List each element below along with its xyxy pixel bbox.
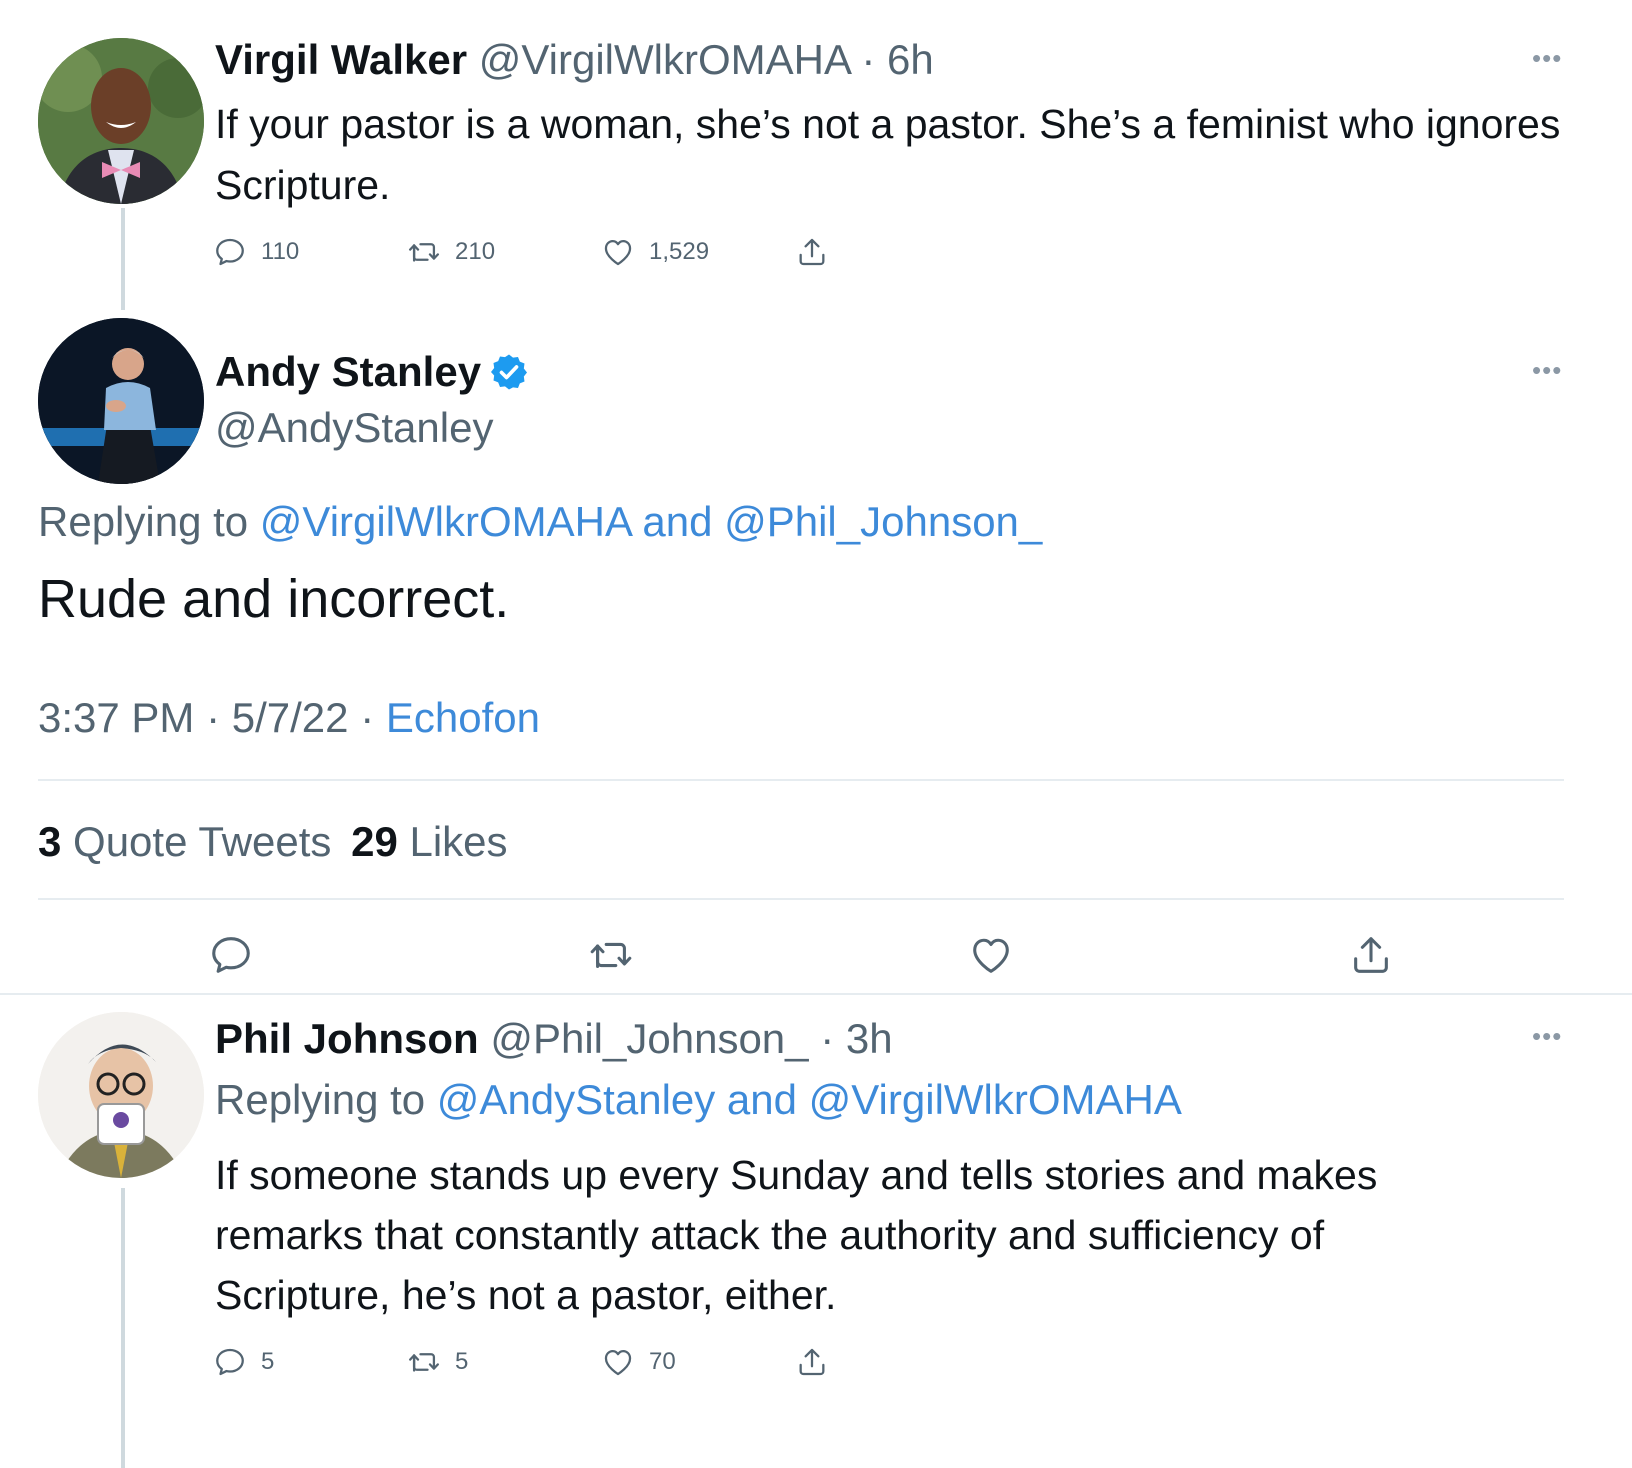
reply-count: 110 <box>261 238 300 265</box>
retweet-button[interactable]: 5 <box>407 1345 601 1379</box>
author-name[interactable]: Phil Johnson <box>215 1015 479 1062</box>
quote-label: Quote Tweets <box>73 818 332 865</box>
share-button[interactable] <box>795 1345 829 1379</box>
divider <box>0 993 1632 995</box>
like-count: 70 <box>649 1348 676 1375</box>
quote-count: 3 <box>38 818 62 865</box>
thread-line <box>121 208 125 310</box>
share-icon <box>795 235 829 269</box>
tweet-text: If your pastor is a woman, she’s not a p… <box>215 101 1561 208</box>
replying-to-links[interactable]: @VirgilWlkrOMAHA and @Phil_Johnson_ <box>260 498 1042 545</box>
dot-separator: · <box>348 694 386 741</box>
reply-icon <box>213 235 247 269</box>
tweet-source[interactable]: Echofon <box>386 694 540 741</box>
tweet-text: Rude and incorrect. <box>38 569 510 629</box>
retweet-icon <box>407 235 441 269</box>
share-icon[interactable] <box>1348 932 1394 978</box>
tweet-text: If someone stands up every Sunday and te… <box>215 1145 1377 1325</box>
avatar-phil-image <box>38 1012 204 1178</box>
reply-icon <box>213 1345 247 1379</box>
avatar-virgil-image <box>38 38 204 204</box>
likes-label: Likes <box>409 818 508 865</box>
replying-label: Replying to <box>38 498 249 545</box>
share-button[interactable] <box>795 235 829 269</box>
dot-separator: · <box>194 694 232 741</box>
like-button[interactable]: 1,529 <box>601 235 795 269</box>
author-name[interactable]: Virgil Walker <box>215 36 467 83</box>
tweet-time[interactable]: 6h <box>887 36 934 83</box>
like-icon[interactable] <box>968 932 1014 978</box>
divider <box>38 779 1564 781</box>
likes-stat[interactable]: 29 Likes <box>351 818 507 865</box>
likes-count: 29 <box>351 818 398 865</box>
avatar[interactable] <box>38 38 204 204</box>
author-name[interactable]: Andy Stanley <box>215 346 481 398</box>
quote-tweets-stat[interactable]: 3 Quote Tweets <box>38 818 331 865</box>
tweet-date[interactable]: 5/7/22 <box>232 694 349 741</box>
like-count: 1,529 <box>649 238 710 265</box>
reply-count: 5 <box>261 1348 275 1375</box>
tweet-text-line: remarks that constantly attack the autho… <box>215 1212 1325 1258</box>
retweet-button[interactable]: 210 <box>407 235 601 269</box>
more-icon[interactable]: ••• <box>1532 357 1562 383</box>
dot-separator: · <box>808 1015 846 1062</box>
more-icon[interactable]: ••• <box>1532 45 1562 71</box>
author-handle[interactable]: @AndyStanley <box>215 402 493 454</box>
avatar-andy-image <box>38 318 204 484</box>
retweet-count: 210 <box>455 238 496 265</box>
divider <box>38 898 1564 900</box>
tweet-time[interactable]: 3h <box>846 1015 893 1062</box>
like-icon <box>601 1345 635 1379</box>
author-handle[interactable]: @VirgilWlkrOMAHA <box>479 36 850 83</box>
thread-line <box>121 1188 125 1468</box>
retweet-icon[interactable] <box>588 932 634 978</box>
replying-label: Replying to <box>215 1076 426 1123</box>
author-handle[interactable]: @Phil_Johnson_ <box>490 1015 808 1062</box>
retweet-icon <box>407 1345 441 1379</box>
avatar[interactable] <box>38 1012 204 1178</box>
like-icon <box>601 235 635 269</box>
tweet-text-line: If someone stands up every Sunday and te… <box>215 1152 1378 1198</box>
share-icon <box>795 1345 829 1379</box>
reply-button[interactable]: 110 <box>213 235 407 269</box>
retweet-count: 5 <box>455 1348 469 1375</box>
like-button[interactable]: 70 <box>601 1345 795 1379</box>
tweet-timestamp[interactable]: 3:37 PM <box>38 694 194 741</box>
reply-button[interactable]: 5 <box>213 1345 407 1379</box>
reply-icon[interactable] <box>208 932 254 978</box>
dot-separator: · <box>849 36 887 83</box>
more-icon[interactable]: ••• <box>1532 1023 1562 1049</box>
verified-badge-icon <box>491 354 528 390</box>
tweet-text-line: Scripture, he’s not a pastor, either. <box>215 1272 837 1318</box>
avatar[interactable] <box>38 318 204 484</box>
replying-to-links[interactable]: @AndyStanley and @VirgilWlkrOMAHA <box>437 1076 1182 1123</box>
